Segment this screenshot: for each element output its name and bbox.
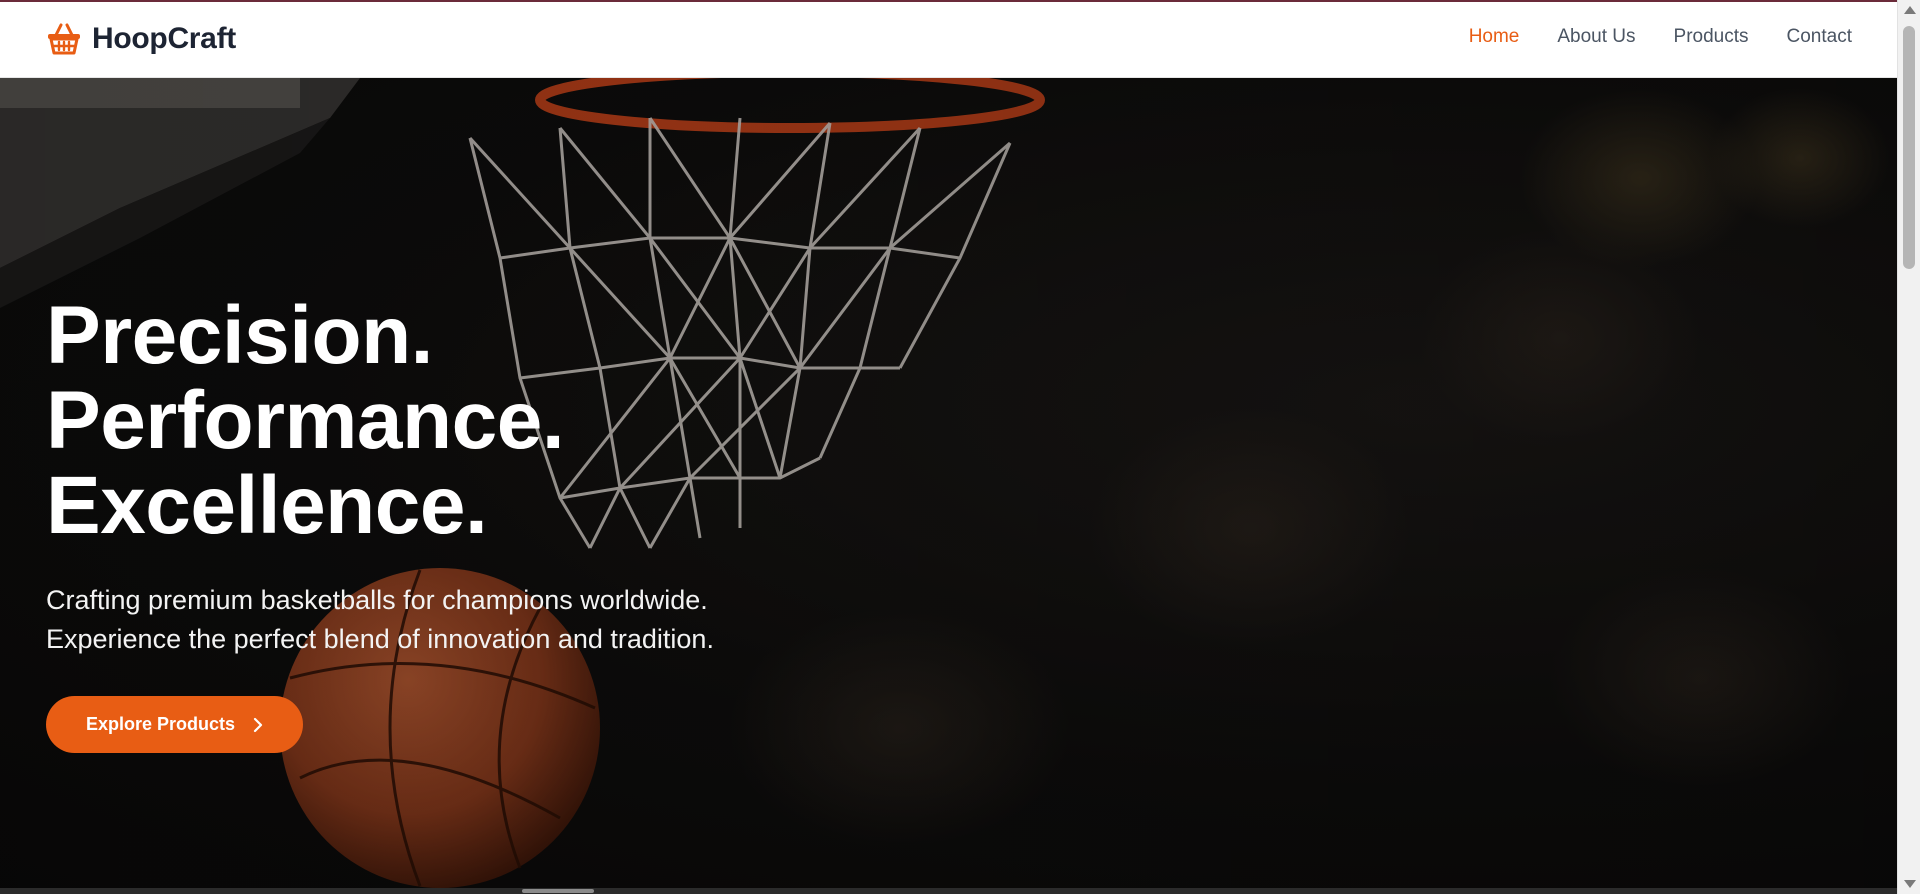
hero-headline: Precision. Performance. Excellence. — [46, 290, 565, 551]
nav-link-about-us[interactable]: About Us — [1557, 26, 1635, 48]
explore-products-button[interactable]: Explore Products — [46, 696, 303, 753]
headline-line-3: Excellence. — [46, 460, 488, 551]
chevron-right-icon — [253, 717, 263, 733]
horizontal-scrollbar-thumb[interactable] — [522, 889, 594, 893]
nav-link-products[interactable]: Products — [1674, 26, 1749, 48]
brand-name: HoopCraft — [92, 22, 236, 55]
headline-line-1: Precision. — [46, 290, 433, 381]
site-header: HoopCraft Home About Us Products Contact — [0, 2, 1897, 78]
headline-line-2: Performance. — [46, 375, 565, 466]
scrollbar-thumb[interactable] — [1903, 26, 1915, 269]
scroll-up-arrow-icon[interactable] — [1904, 6, 1916, 14]
basket-icon — [46, 22, 82, 56]
subtitle-line-1: Crafting premium basketballs for champio… — [46, 585, 708, 615]
horizontal-scrollbar[interactable] — [0, 888, 1897, 894]
hero-subtitle: Crafting premium basketballs for champio… — [46, 581, 714, 659]
nav-link-contact[interactable]: Contact — [1787, 26, 1852, 48]
hero-section: Precision. Performance. Excellence. Craf… — [0, 78, 1897, 894]
brand-logo[interactable]: HoopCraft — [46, 22, 236, 56]
explore-products-label: Explore Products — [85, 714, 236, 734]
subtitle-line-2: Experience the perfect blend of innovati… — [46, 624, 714, 654]
main-nav: Home About Us Products Contact — [1431, 26, 1852, 48]
vertical-scrollbar[interactable] — [1897, 0, 1920, 894]
scroll-down-arrow-icon[interactable] — [1904, 880, 1916, 888]
nav-link-home[interactable]: Home — [1469, 26, 1520, 48]
